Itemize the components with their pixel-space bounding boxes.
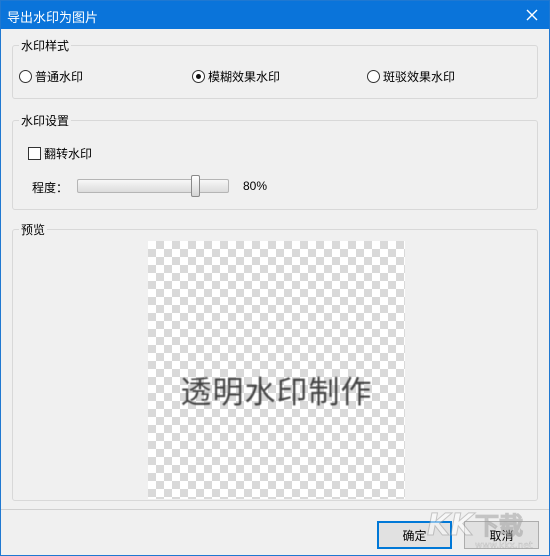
flip-watermark-checkbox[interactable]: 翻转水印	[28, 145, 92, 162]
settings-group-label: 水印设置	[19, 112, 72, 129]
degree-label: 程度：	[32, 181, 69, 195]
style-group-label: 水印样式	[19, 37, 72, 54]
radio-indicator	[19, 70, 32, 83]
degree-value: 80%	[243, 179, 268, 193]
watermark-preview: 透明水印制作	[148, 241, 405, 499]
radio-indicator	[367, 70, 380, 83]
window-title: 导出水印为图片	[7, 10, 99, 25]
close-button[interactable]	[515, 1, 549, 29]
close-icon	[526, 9, 538, 21]
title-bar: 导出水印为图片	[1, 1, 549, 29]
radio-label: 模糊效果水印	[208, 70, 281, 84]
radio-blur-watermark[interactable]: 模糊效果水印	[192, 68, 280, 85]
flip-watermark-label: 翻转水印	[44, 147, 93, 161]
preview-watermark-text: 透明水印制作	[180, 375, 373, 411]
radio-label: 普通水印	[35, 70, 84, 84]
radio-label: 斑驳效果水印	[383, 70, 456, 84]
cancel-button[interactable]: 取消	[464, 521, 539, 549]
radio-normal-watermark[interactable]: 普通水印	[19, 68, 83, 85]
checkbox-box	[28, 147, 41, 160]
radio-indicator	[192, 70, 205, 83]
preview-group-label: 预览	[19, 221, 48, 238]
dialog-footer: 确定 取消	[1, 509, 549, 555]
settings-group: 水印设置	[12, 112, 538, 210]
radio-mottled-watermark[interactable]: 斑驳效果水印	[367, 68, 455, 85]
ok-button[interactable]: 确定	[377, 521, 452, 549]
export-watermark-dialog: 导出水印为图片 水印样式 普通水印 模糊效果水印 斑驳效果水印 水印设置 翻转水…	[0, 0, 550, 556]
degree-slider-track[interactable]	[77, 179, 229, 193]
degree-slider-thumb[interactable]	[191, 175, 201, 197]
